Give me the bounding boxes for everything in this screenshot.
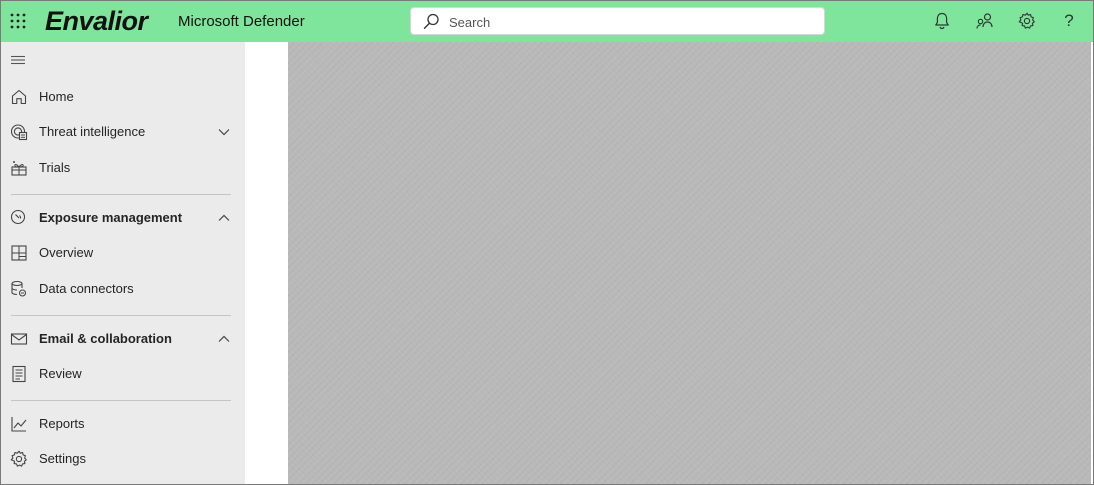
chevron-up-icon[interactable]: [217, 332, 231, 346]
nav-divider: [11, 194, 231, 195]
reports-icon: [10, 415, 28, 433]
sidebar-item-reports[interactable]: Reports: [1, 409, 245, 439]
review-icon: [10, 365, 28, 383]
app-window: Envalior Microsoft Defender Search ? Hom…: [0, 0, 1094, 485]
bell-icon[interactable]: [932, 11, 952, 31]
search-box[interactable]: [410, 7, 825, 35]
sidebar-item-settings[interactable]: Settings: [1, 444, 245, 474]
sidebar-item-data-connectors[interactable]: Data connectors: [1, 274, 245, 304]
nav-divider: [11, 400, 231, 401]
sidebar-item-home[interactable]: Home: [1, 82, 245, 112]
sidebar-item-email-collaboration[interactable]: Email & collaboration: [1, 324, 245, 354]
trials-icon: [10, 159, 28, 177]
sidebar-item-threat-intelligence[interactable]: Threat intelligence: [1, 117, 245, 147]
gear-icon[interactable]: [1017, 11, 1037, 31]
exposure-icon: [10, 209, 28, 227]
people-share-icon[interactable]: [975, 11, 995, 31]
collapse-nav-icon[interactable]: [10, 53, 26, 67]
app-launcher-icon[interactable]: [10, 13, 26, 29]
gear-icon: [10, 450, 28, 468]
sidebar-item-exposure-management[interactable]: Exposure management: [1, 203, 245, 233]
mail-icon: [10, 330, 28, 348]
brand-logo[interactable]: Envalior: [45, 4, 148, 38]
nav-divider: [11, 315, 231, 316]
threat-intel-icon: [10, 123, 28, 141]
content-gutter: [245, 42, 288, 484]
data-connectors-icon: [10, 280, 28, 298]
product-name: Microsoft Defender: [178, 13, 305, 30]
help-icon[interactable]: ?: [1059, 11, 1079, 31]
search-icon: [423, 13, 440, 30]
chevron-up-icon[interactable]: [217, 211, 231, 225]
sidebar-item-overview[interactable]: Overview: [1, 238, 245, 268]
search-input[interactable]: [447, 12, 811, 32]
top-header: Envalior Microsoft Defender Search ?: [1, 1, 1093, 42]
main-content-placeholder: [288, 42, 1091, 484]
home-icon: [10, 88, 28, 106]
left-navigation: Home Threat intelligence Trials Exposure…: [1, 42, 245, 484]
sidebar-item-trials[interactable]: Trials: [1, 153, 245, 183]
chevron-down-icon[interactable]: [217, 125, 231, 139]
overview-icon: [10, 244, 28, 262]
sidebar-item-review[interactable]: Review: [1, 359, 245, 389]
